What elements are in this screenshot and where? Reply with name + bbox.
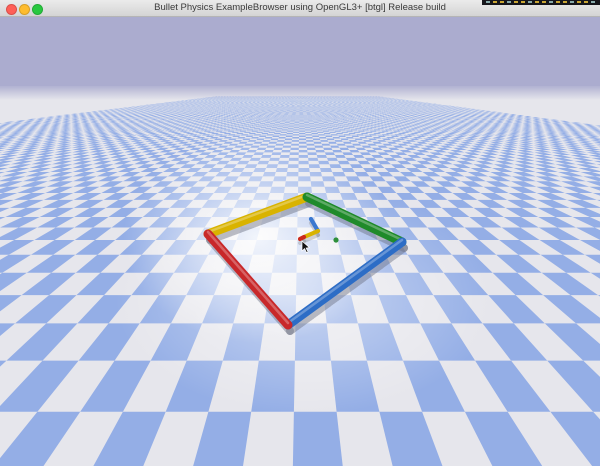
scene-canvas[interactable]	[0, 17, 600, 466]
sky	[0, 17, 600, 88]
app-window: Bullet Physics ExampleBrowser using Open…	[0, 0, 600, 466]
light-glow-wide	[115, 185, 495, 415]
title-bar[interactable]: Bullet Physics ExampleBrowser using Open…	[0, 0, 600, 17]
food-pellet	[333, 237, 339, 243]
menu-bar-sliver	[482, 0, 600, 5]
render-viewport[interactable]	[0, 17, 600, 466]
horizon-haze	[0, 86, 600, 100]
